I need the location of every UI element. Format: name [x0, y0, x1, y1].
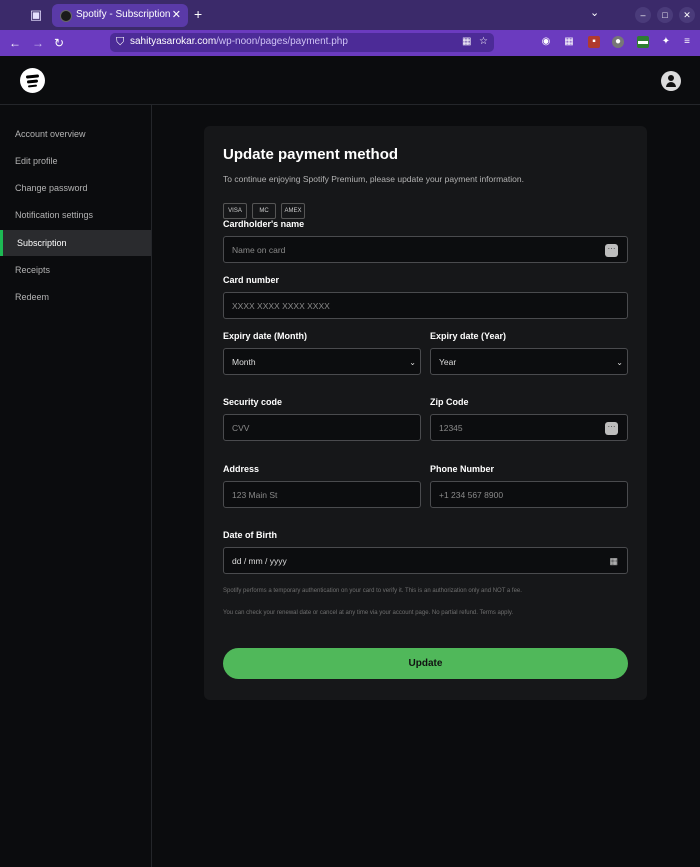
extension-badge-icon[interactable]: ● [612, 36, 624, 48]
tab-favicon-icon [60, 10, 72, 22]
chevron-down-icon: ⌄ [409, 358, 416, 367]
logo-wave-mid [26, 79, 39, 84]
url-text: sahityasarokar.com/wp-noon/pages/payment… [130, 36, 348, 47]
sidebar-item-receipts[interactable]: Receipts [0, 257, 151, 283]
sidebar-item-notification-settings[interactable]: Notification settings [0, 202, 151, 228]
sidebar-item-edit-profile[interactable]: Edit profile [0, 148, 151, 174]
security-code-input[interactable]: CVV [223, 414, 421, 441]
user-avatar-icon[interactable] [661, 71, 681, 91]
chevron-down-icon[interactable]: ⌄ [590, 6, 599, 19]
qr-icon[interactable]: ▦ [462, 36, 471, 47]
address-placeholder: 123 Main St [232, 490, 278, 500]
security-code-placeholder: CVV [232, 423, 250, 433]
url-bar[interactable]: ⛉ sahityasarokar.com/wp-noon/pages/payme… [110, 33, 494, 52]
expiry-year-value: Year [439, 357, 457, 367]
avatar-body [666, 82, 676, 87]
sidebar-item-account-overview[interactable]: Account overview [0, 121, 151, 147]
phone-number-input[interactable]: +1 234 567 8900 [430, 481, 628, 508]
app-header [0, 56, 700, 105]
extension-green-icon[interactable]: ▬ [637, 36, 649, 48]
expiry-month-label: Expiry date (Month) [223, 331, 308, 341]
tab-title: Spotify - Subscription [76, 9, 171, 20]
close-tab-icon[interactable]: ✕ [172, 8, 181, 21]
zip-code-input[interactable]: 12345 ··· [430, 414, 628, 441]
url-path: /wp-noon/pages/payment.php [216, 36, 348, 47]
address-label: Address [223, 464, 260, 474]
browser-tab[interactable]: Spotify - Subscription ✕ [52, 4, 188, 27]
date-of-birth-input[interactable]: dd / mm / yyyy ▦ [223, 547, 628, 574]
forward-icon[interactable]: → [32, 36, 44, 50]
calendar-icon[interactable]: ▦ [609, 548, 618, 575]
sidebar-item-change-password[interactable]: Change password [0, 175, 151, 201]
shield-icon[interactable]: ⛉ [116, 36, 124, 49]
payment-form-card: Update payment method To continue enjoyi… [204, 126, 647, 700]
expiry-year-label: Expiry date (Year) [430, 331, 507, 341]
cardholder-name-input[interactable]: Name on card ··· [223, 236, 628, 263]
sidebar: Account overview Edit profile Change pas… [0, 105, 152, 867]
cardholder-placeholder: Name on card [232, 245, 286, 255]
minimize-icon[interactable]: – [635, 7, 651, 23]
zip-code-label: Zip Code [430, 397, 469, 407]
page-subtitle: To continue enjoying Spotify Premium, pl… [223, 174, 524, 184]
expiry-month-select[interactable]: Month ⌄ [223, 348, 421, 375]
maximize-icon[interactable]: □ [657, 7, 673, 23]
phone-number-placeholder: +1 234 567 8900 [439, 490, 504, 500]
amex-badge: AMEX [281, 203, 305, 219]
expiry-month-value: Month [232, 357, 256, 367]
card-number-input[interactable]: XXXX XXXX XXXX XXXX [223, 292, 628, 319]
puzzle-icon[interactable]: ✦ [660, 36, 672, 48]
browser-chrome: ▣ Spotify - Subscription ✕ + ⌄ – □ ✕ ← →… [0, 0, 700, 56]
account-icon[interactable]: ◉ [540, 36, 552, 48]
mastercard-badge: MC [252, 203, 276, 219]
card-number-placeholder: XXXX XXXX XXXX XXXX [232, 301, 330, 311]
sidebar-item-subscription[interactable]: Subscription [0, 230, 151, 256]
visa-badge: VISA [223, 203, 247, 219]
menu-icon[interactable]: ≡ [681, 36, 693, 48]
update-button[interactable]: Update [223, 648, 628, 679]
chevron-down-icon: ⌄ [616, 358, 623, 367]
logo-wave-bottom [27, 84, 38, 88]
address-input[interactable]: 123 Main St [223, 481, 421, 508]
spotify-logo-icon[interactable] [20, 68, 45, 93]
expiry-year-select[interactable]: Year ⌄ [430, 348, 628, 375]
renewal-note: You can check your renewal date or cance… [223, 610, 514, 616]
tab-strip: ▣ Spotify - Subscription ✕ + ⌄ – □ ✕ [0, 0, 700, 30]
phone-number-label: Phone Number [430, 464, 495, 474]
tab-overview-icon[interactable]: ▣ [26, 6, 46, 24]
security-code-label: Security code [223, 397, 283, 407]
avatar-head [668, 75, 674, 81]
cardholder-label: Cardholder's name [223, 219, 305, 229]
extensions-grid-icon[interactable]: ▦ [563, 36, 575, 48]
page-title: Update payment method [223, 146, 399, 163]
new-tab-icon[interactable]: + [194, 6, 202, 22]
autofill-dots-icon[interactable]: ··· [605, 244, 618, 257]
bookmark-star-icon[interactable]: ☆ [479, 36, 488, 47]
authorization-note: Spotify performs a temporary authenticat… [223, 588, 522, 594]
date-of-birth-placeholder: dd / mm / yyyy [232, 556, 287, 566]
extension-red-icon[interactable]: ▪ [588, 36, 600, 48]
autofill-dots-icon[interactable]: ··· [605, 422, 618, 435]
back-icon[interactable]: ← [9, 36, 21, 50]
date-of-birth-label: Date of Birth [223, 530, 277, 540]
logo-wave-top [25, 74, 40, 79]
sidebar-item-redeem[interactable]: Redeem [0, 284, 151, 310]
close-window-icon[interactable]: ✕ [679, 7, 695, 23]
reload-icon[interactable]: ↻ [54, 36, 64, 50]
card-number-label: Card number [223, 275, 280, 285]
url-host: sahityasarokar.com [130, 36, 217, 47]
zip-code-placeholder: 12345 [439, 423, 463, 433]
